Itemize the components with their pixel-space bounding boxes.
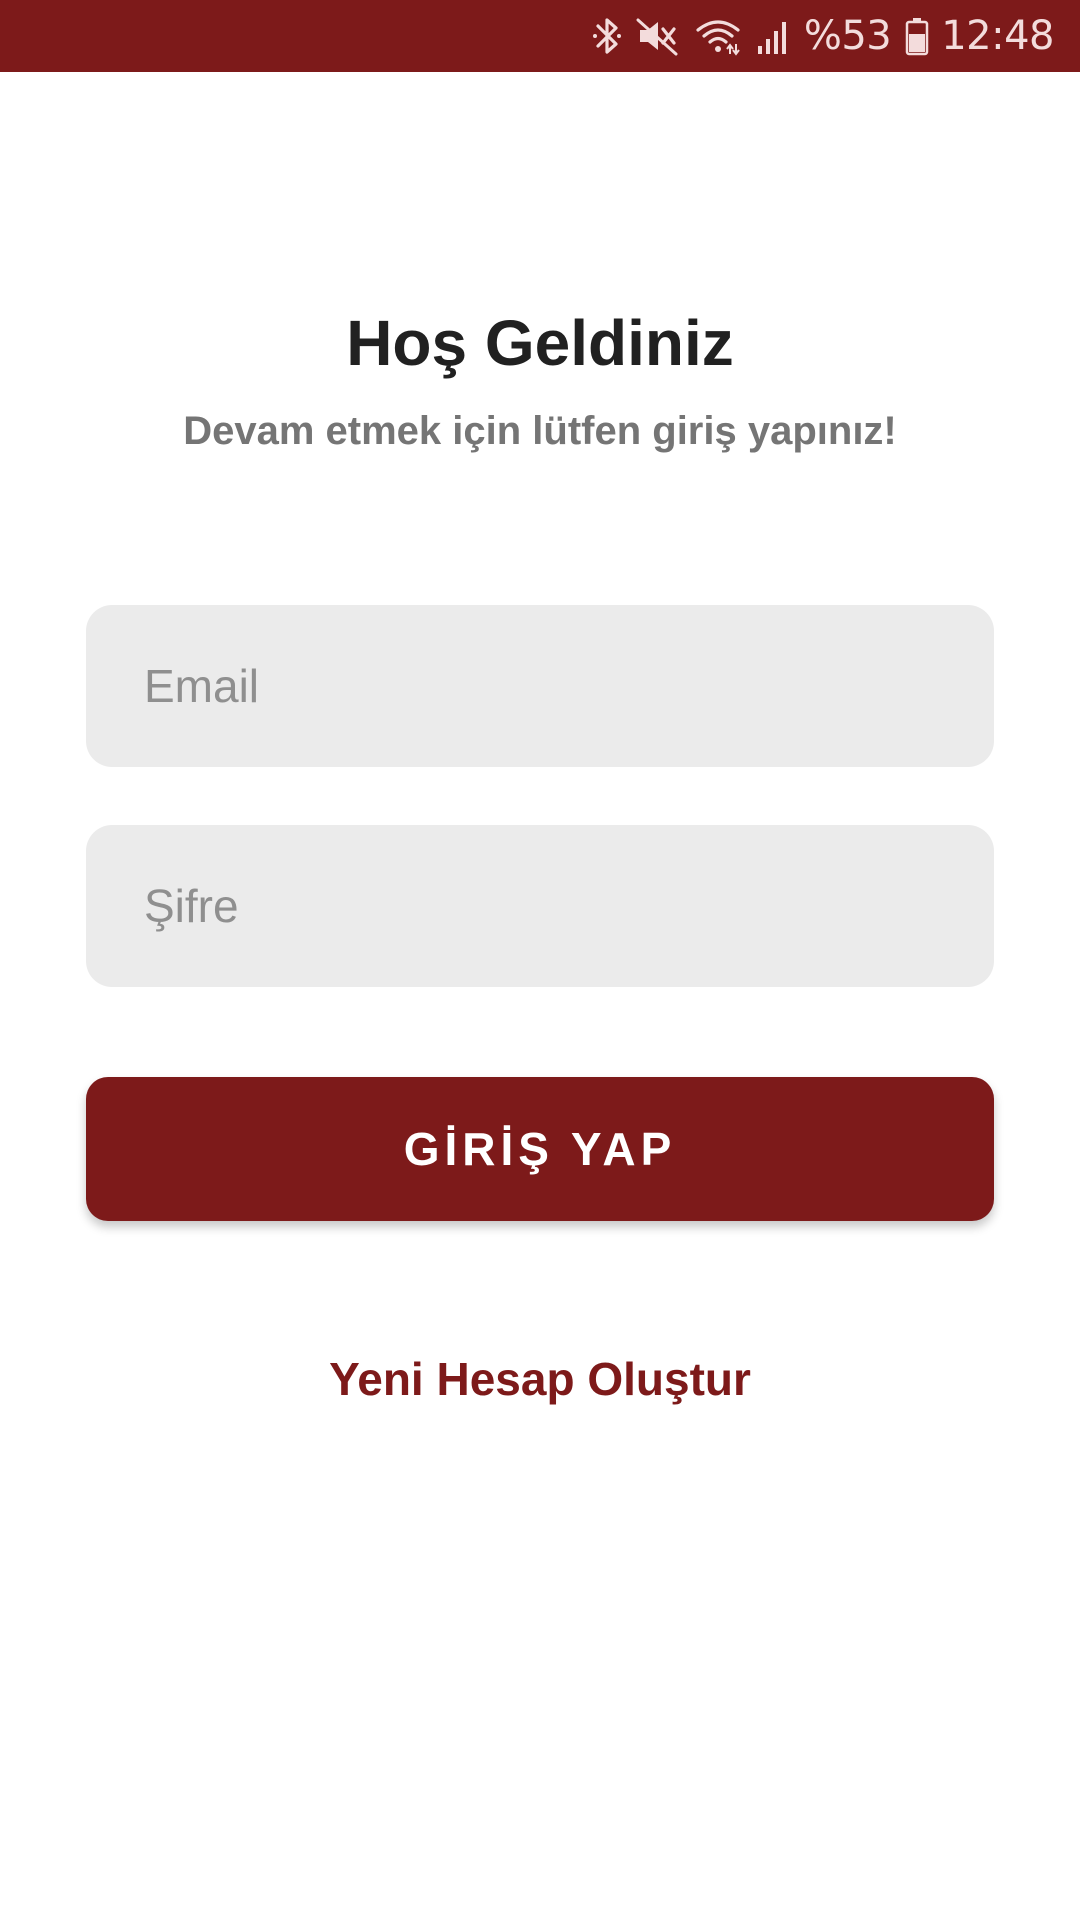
bluetooth-icon xyxy=(592,12,622,60)
password-input[interactable] xyxy=(144,879,994,933)
create-account-link[interactable]: Yeni Hesap Oluştur xyxy=(0,1352,1080,1406)
email-field[interactable] xyxy=(86,605,994,767)
status-bar: %53 12:48 xyxy=(0,0,1080,72)
login-button[interactable]: GİRİŞ YAP xyxy=(86,1077,994,1221)
page-subtitle: Devam etmek için lütfen giriş yapınız! xyxy=(183,409,897,453)
battery-percent: %53 xyxy=(803,13,892,59)
clock: 12:48 xyxy=(941,13,1054,59)
battery-icon xyxy=(905,12,929,60)
mute-icon xyxy=(636,12,680,60)
email-input[interactable] xyxy=(144,659,994,713)
wifi-icon xyxy=(694,12,742,60)
page-title: Hoş Geldiniz xyxy=(346,307,734,379)
password-field[interactable] xyxy=(86,825,994,987)
signal-icon xyxy=(756,12,792,60)
